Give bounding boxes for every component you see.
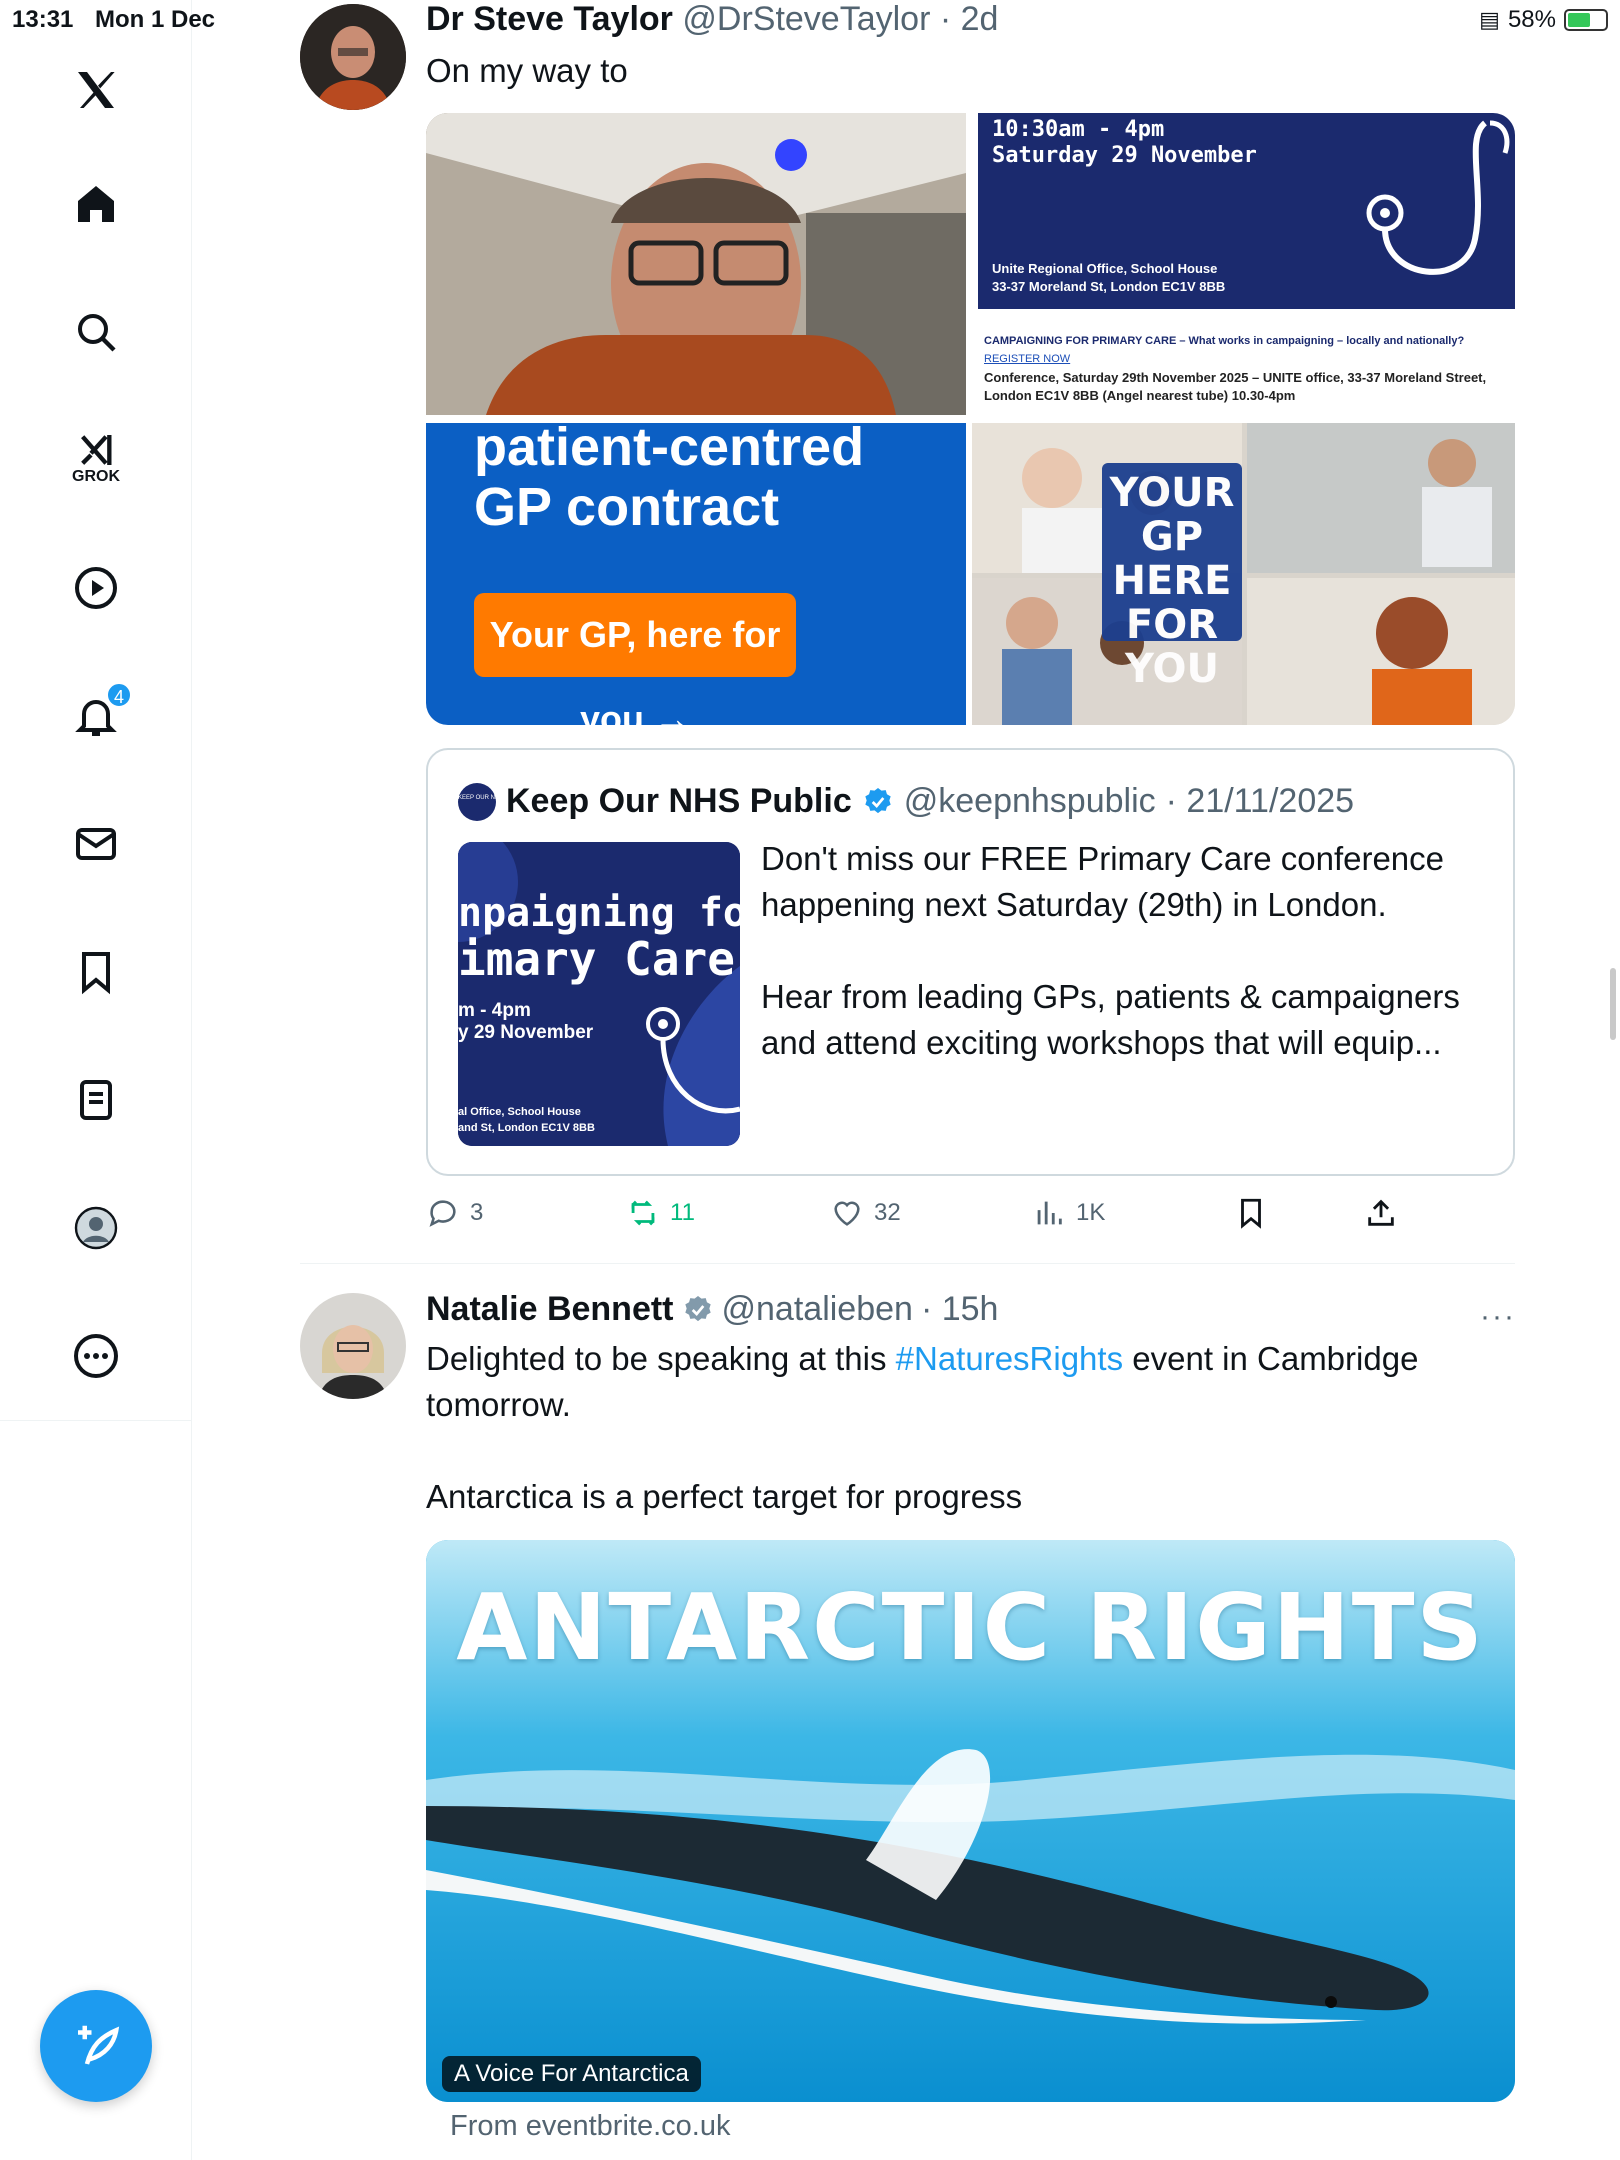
heart-icon: [834, 1201, 860, 1226]
profile-icon[interactable]: [56, 1188, 136, 1268]
compose-icon: [78, 2025, 120, 2065]
stethoscope-icon: [1366, 120, 1510, 275]
tweet-text: On my way to: [426, 52, 628, 89]
poster-register-link[interactable]: REGISTER NOW: [984, 353, 1070, 365]
repost-icon: [631, 1200, 655, 1226]
mail-icon[interactable]: [56, 804, 136, 884]
battery-percent: 58%: [1507, 6, 1556, 33]
verified-badge-icon: [684, 1295, 711, 1321]
wifi-icon: ▤: [1479, 7, 1500, 32]
author-handle[interactable]: @natalieben: [722, 1290, 913, 1329]
sidebar: GROK 4: [0, 0, 192, 2160]
quote-time: · 21/11/2025: [1165, 782, 1355, 820]
poster-headline: CAMPAIGNING FOR PRIMARY CARE – What work…: [984, 335, 1465, 347]
tweet-actions: 3 11 32 1K: [426, 1190, 1515, 1240]
compose-button[interactable]: [40, 1990, 152, 2102]
home-icon[interactable]: [56, 164, 136, 244]
media-grid[interactable]: 10:30am - 4pm Saturday 29 November Unite…: [426, 113, 1515, 725]
avatar[interactable]: [300, 1293, 406, 1399]
reply-button[interactable]: 3: [426, 1196, 483, 1230]
repost-button[interactable]: 11: [626, 1196, 695, 1230]
author-name[interactable]: Natalie Bennett: [426, 1290, 674, 1329]
thumb-line-1: npaigning for: [458, 890, 740, 936]
quote-text-p2: Hear from leading GPs, patients & campai…: [761, 978, 1460, 1061]
gp-contract-graphic[interactable]: patient-centred GP contract Your GP, her…: [426, 423, 966, 725]
selfie-photo[interactable]: [426, 113, 966, 415]
tweet-header: Natalie Bennett @natalieben · 15h: [426, 1290, 998, 1329]
link-source[interactable]: From eventbrite.co.uk: [450, 2110, 730, 2143]
lists-icon[interactable]: [56, 1060, 136, 1140]
views-button[interactable]: 1K: [1032, 1196, 1105, 1230]
repost-count: 11: [670, 1199, 695, 1226]
tweet-text-p1: Delighted to be speaking at this #Nature…: [426, 1336, 1526, 1428]
sidebar-divider: [0, 1420, 192, 1421]
thumb-line-2: imary Care: [458, 932, 735, 986]
image-title: ANTARCTIC RIGHTS: [456, 1574, 1485, 1681]
more-options-icon[interactable]: ···: [1480, 1300, 1516, 1334]
verified-badge-icon: [865, 787, 891, 813]
like-button[interactable]: 32: [830, 1196, 901, 1230]
quote-header: KEEP OUR NHS PUBLIC Keep Our NHS Public …: [458, 782, 1354, 821]
battery-icon: [1564, 9, 1608, 31]
poster-details: Conference, Saturday 29th November 2025 …: [984, 370, 1487, 403]
grok-icon[interactable]: GROK: [56, 418, 136, 498]
image-caption[interactable]: A Voice For Antarctica: [442, 2056, 701, 2092]
poster-date: Saturday 29 November: [992, 143, 1257, 168]
contract-button: Your GP, here for you →: [474, 593, 796, 725]
scrollbar[interactable]: [1610, 968, 1616, 1040]
share-icon: [1368, 1199, 1394, 1226]
text-before-hashtag: Delighted to be speaking at this: [426, 1340, 896, 1377]
bookmark-button[interactable]: [1234, 1196, 1268, 1230]
gp-collage-photo[interactable]: YOUR GP HERE FOR YOU: [972, 423, 1515, 725]
poster-address-2: 33-37 Moreland St, London EC1V 8BB: [992, 279, 1226, 294]
tweet-steve-taylor[interactable]: Dr Steve Taylor @DrSteveTaylor · 2d On m…: [300, 0, 1515, 1260]
bell-icon[interactable]: 4: [56, 676, 136, 756]
poster-address-1: Unite Regional Office, School House: [992, 261, 1218, 276]
quote-author-handle[interactable]: @keepnhspublic: [904, 782, 1156, 821]
quote-avatar[interactable]: KEEP OUR NHS PUBLIC: [458, 782, 527, 821]
search-icon[interactable]: [56, 292, 136, 372]
share-button[interactable]: [1364, 1196, 1398, 1230]
status-date: Mon 1 Dec: [95, 6, 216, 33]
views-icon: [1037, 1201, 1062, 1225]
quote-text: Don't miss our FREE Primary Care confere…: [761, 836, 1491, 1066]
like-count: 32: [874, 1199, 901, 1226]
status-time: 13:31: [12, 6, 74, 33]
status-bar: 13:31 Mon 1 Dec ▤ 58%: [0, 0, 1620, 40]
notification-badge: 4: [106, 682, 132, 708]
tweet-text-p2: Antarctica is a perfect target for progr…: [426, 1478, 1023, 1515]
reply-count: 3: [470, 1199, 484, 1226]
video-icon[interactable]: [56, 548, 136, 628]
conference-poster[interactable]: 10:30am - 4pm Saturday 29 November Unite…: [972, 113, 1515, 415]
thumb-line-5: al Office, School House: [458, 1106, 581, 1118]
quote-thumbnail[interactable]: npaigning for imary Care m - 4pm y 29 No…: [458, 842, 740, 1146]
quote-text-p1: Don't miss our FREE Primary Care confere…: [761, 840, 1445, 923]
thumb-line-6: and St, London EC1V 8BB: [458, 1122, 595, 1134]
hashtag-link[interactable]: #NaturesRights: [896, 1340, 1123, 1377]
poster-time: 10:30am - 4pm: [992, 117, 1165, 142]
bookmark-action-icon: [1241, 1198, 1261, 1229]
grok-label: GROK: [72, 468, 120, 485]
antarctic-rights-image[interactable]: ANTARCTIC RIGHTS A Voice For Antarctica: [426, 1540, 1515, 2102]
contract-title: patient-centred GP contract: [474, 423, 865, 537]
tweet-time[interactable]: · 15h: [921, 1290, 999, 1329]
your-gp-label: YOUR GP HERE FOR YOU: [1109, 470, 1235, 692]
thumb-line-4: y 29 November: [458, 1022, 594, 1043]
bookmark-icon[interactable]: [56, 932, 136, 1012]
quote-author-name[interactable]: Keep Our NHS Public: [506, 782, 852, 821]
tweet-separator: [300, 1263, 1515, 1264]
x-logo-icon[interactable]: [56, 50, 136, 130]
poster-banner: 10:30am - 4pm Saturday 29 November Unite…: [978, 113, 1515, 309]
your-gp-panel: YOUR GP HERE FOR YOU: [1102, 463, 1242, 691]
views-count: 1K: [1076, 1199, 1106, 1226]
more-icon[interactable]: [56, 1316, 136, 1396]
status-right: ▤ 58%: [1479, 6, 1608, 34]
quote-tweet[interactable]: KEEP OUR NHS PUBLIC Keep Our NHS Public …: [426, 748, 1515, 1176]
thumb-line-3: m - 4pm: [458, 1000, 531, 1021]
tweet-text: Delighted to be speaking at this #Nature…: [426, 1336, 1526, 1520]
reply-icon: [429, 1200, 456, 1227]
